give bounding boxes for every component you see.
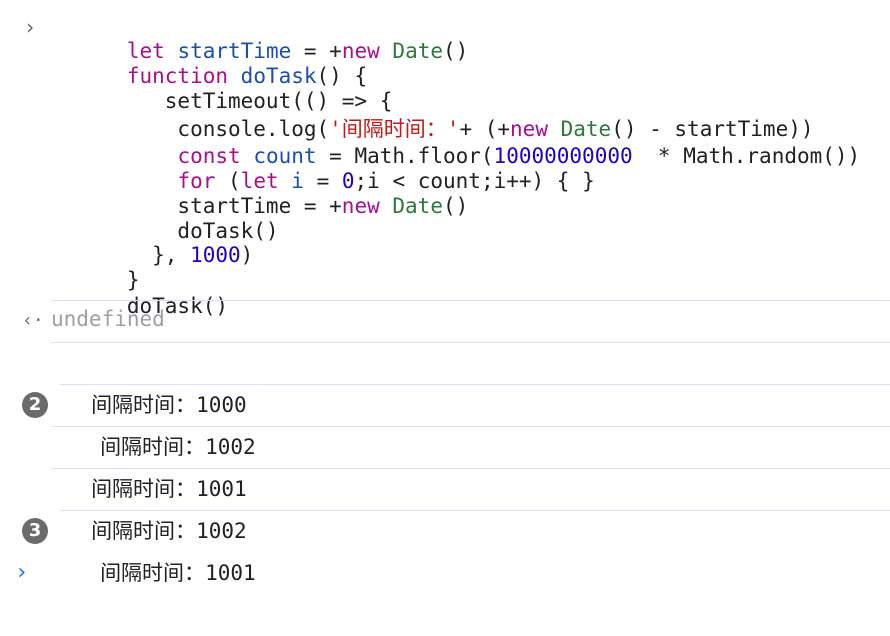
code-line-5: const count = Math.floor(10000000000 * M… [177, 144, 861, 168]
repeat-count-badge: 3 [22, 518, 48, 544]
divider-input [51, 300, 890, 301]
log-value: 1001 [205, 561, 256, 585]
code-line-1: let startTime = +new Date() [126, 39, 469, 63]
code-line-9: }, 1000) [126, 243, 254, 267]
chevron-right-icon[interactable]: › [15, 560, 28, 585]
code-line-4: console.log('间隔时间：'+ (+new Date() - star… [126, 117, 814, 141]
result-undefined: undefined [51, 307, 165, 331]
code-line-7: startTime = +new Date() [126, 194, 469, 218]
log-row-4: 间隔时间：1002 [0, 468, 890, 543]
log-label: 间隔时间： [100, 561, 206, 585]
repeat-count-badge: 2 [22, 392, 48, 418]
return-arrow-icon: ‹· [22, 310, 44, 331]
code-line-8: doTask() [126, 219, 279, 243]
code-line-10: } [126, 268, 140, 292]
code-line-11: doTask() [126, 294, 229, 318]
log-row-5: 3 间隔时间：1001 [0, 510, 890, 585]
console-input-block[interactable]: › let startTime = +new Date() function d… [0, 12, 890, 318]
code-line-2: function doTask() { [126, 64, 368, 88]
log-row-3: 间隔时间：1001 [0, 426, 890, 501]
code-line-3: setTimeout(() => { [126, 89, 393, 113]
log-row-1: 间隔时间：1000 [0, 342, 890, 417]
log-row-2: 2 间隔时间：1002 [0, 384, 890, 459]
log-text: 间隔时间：1001 [60, 510, 256, 636]
chevron-right-icon: › [24, 15, 37, 39]
code-line-6: for (let i = 0;i < count;i++) { } [177, 169, 595, 193]
console-panel: › let startTime = +new Date() function d… [0, 0, 890, 608]
